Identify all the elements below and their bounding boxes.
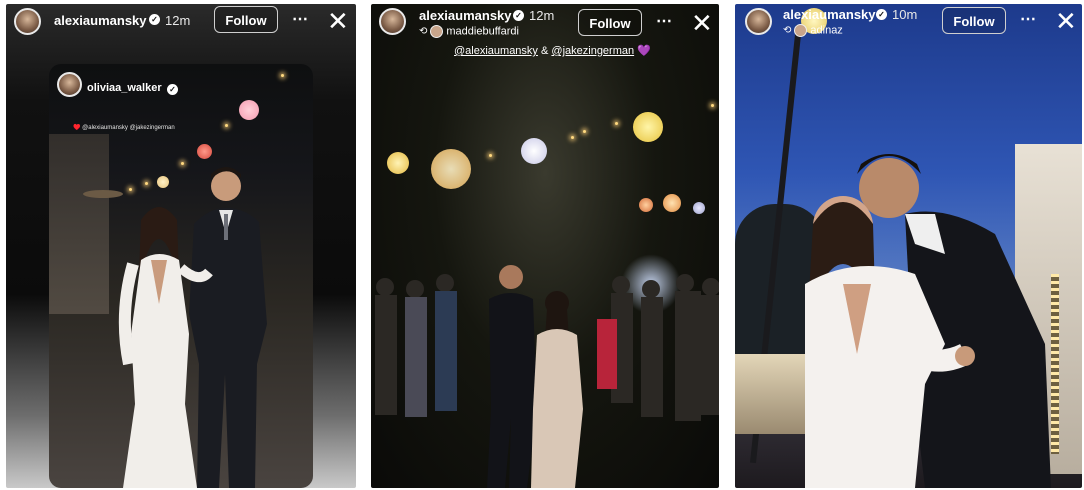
more-options-icon[interactable]: ⋯ [292,9,309,29]
user-avatar[interactable] [379,8,406,35]
crowd-figures [375,265,719,488]
lantern-decoration [239,100,259,120]
repost-source-username[interactable]: adinaz [810,24,842,36]
user-avatar[interactable] [745,8,772,35]
story-timestamp: 10m [892,7,918,22]
string-light [615,122,618,125]
couple-photo-figures [118,167,267,488]
verified-icon: ✓ [513,10,524,21]
purple-heart-icon: 💜 [637,45,651,57]
string-light [489,154,492,157]
reposted-story-card[interactable]: oliviaa_walker ✓ ♥️ @alexiaumansky @jake… [49,64,313,488]
string-light [281,74,284,77]
string-light [583,130,586,133]
story-username[interactable]: alexiaumansky [419,8,512,23]
lantern-decoration [633,112,663,142]
story-panel-1[interactable]: oliviaa_walker ✓ ♥️ @alexiaumansky @jake… [6,4,356,488]
close-icon[interactable]: ✕ [327,8,349,34]
story-header: alexiaumansky ✓ 12m Follow ⋯ ✕ [6,4,356,58]
verified-icon: ✓ [167,84,178,95]
repost-source-username[interactable]: maddiebuffardi [446,25,519,37]
story-panel-2[interactable]: alexiaumansky ✓ 12m ⟲ maddiebuffardi Foll… [371,4,719,488]
card-tags: ♥️ @alexiaumansky @jakezingerman [73,125,175,131]
more-options-icon[interactable]: ⋯ [656,11,673,31]
mention-tag[interactable]: @alexiaumansky [454,45,538,57]
story-username[interactable]: alexiaumansky [783,7,876,22]
close-icon[interactable]: ✕ [691,10,713,36]
mention-tags: @alexiaumansky & @jakezingerman 💜 [454,44,651,57]
lantern-decoration [431,149,471,189]
mention-tag[interactable]: @jakezingerman [551,45,634,57]
follow-button[interactable]: Follow [214,6,278,33]
source-avatar [430,25,444,38]
follow-button[interactable]: Follow [942,7,1006,34]
verified-icon: ✓ [876,9,887,20]
source-avatar [794,24,808,37]
lantern-decoration [693,202,705,214]
story-timestamp: 12m [165,13,191,28]
story-panel-3[interactable]: alexiaumansky ✓ 10m ⟲ adinaz Follow ⋯ ✕ [735,4,1082,488]
couple-photo-figures [805,154,1051,488]
lantern-decoration [663,194,681,212]
lantern-decoration [639,198,653,212]
close-icon[interactable]: ✕ [1055,8,1077,34]
repost-source[interactable]: ⟲ adinaz [783,24,843,37]
lantern-decoration [521,138,547,164]
more-options-icon[interactable]: ⋯ [1020,9,1037,29]
story-username[interactable]: alexiaumansky [54,13,147,28]
card-avatar[interactable] [57,72,82,97]
user-avatar[interactable] [14,8,41,35]
repost-icon: ⟲ [783,25,792,37]
story-timestamp: 12m [529,8,555,23]
follow-button[interactable]: Follow [578,9,642,36]
string-light [711,104,714,107]
string-light [571,136,574,139]
card-username[interactable]: oliviaa_walker [87,82,162,94]
ampersand-text: & [541,45,549,57]
verified-icon: ✓ [149,14,160,25]
story-header: alexiaumansky ✓ 10m ⟲ adinaz Follow ⋯ ✕ [735,4,1082,58]
string-light [225,124,228,127]
repost-icon: ⟲ [419,26,428,38]
lantern-decoration [197,144,212,159]
lantern-decoration [387,152,409,174]
repost-source[interactable]: ⟲ maddiebuffardi [419,25,519,38]
